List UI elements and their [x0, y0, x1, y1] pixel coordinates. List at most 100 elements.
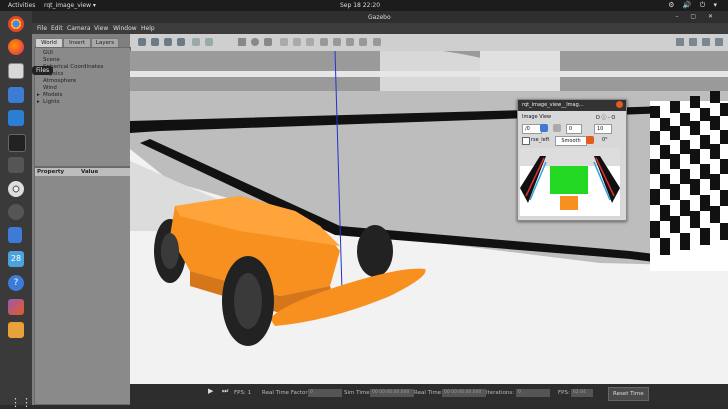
screenshot-icon[interactable] [676, 38, 684, 46]
settings-icon[interactable] [8, 204, 24, 220]
select-tool-icon[interactable] [138, 38, 146, 46]
iterations-value: 0 [516, 389, 550, 397]
menu-help[interactable]: Help [141, 25, 155, 32]
tree-item-gui[interactable]: GUI [43, 50, 53, 56]
checkbox-icon[interactable] [522, 137, 530, 145]
value-column-header: Value [81, 169, 99, 175]
help-icon[interactable]: ? [8, 275, 24, 291]
rqt-image-view-window[interactable]: rqt_image_view__Imag... Image View D ⓘ -… [517, 99, 627, 221]
menu-window[interactable]: Window [113, 25, 137, 32]
properties-header: Property Value [35, 168, 130, 176]
chrome-icon[interactable] [8, 16, 24, 32]
copy-icon[interactable] [320, 38, 328, 46]
checkerboard [650, 91, 728, 271]
menu-edit[interactable]: Edit [51, 25, 63, 32]
window-title: Gazebo [368, 14, 391, 21]
toolbar [130, 34, 728, 52]
paste-icon[interactable] [333, 38, 341, 46]
refresh-icon[interactable] [540, 124, 548, 132]
rtf-value: 0 [308, 389, 342, 397]
app-grid-icon[interactable]: ⋮⋮ [10, 397, 32, 409]
app-menu[interactable]: rqt_image_view ▾ [44, 2, 96, 9]
rqt-icon[interactable] [8, 299, 24, 315]
menu-camera[interactable]: Camera [67, 25, 91, 32]
redo-icon[interactable] [205, 38, 213, 46]
rotate-tool-icon[interactable] [164, 38, 172, 46]
log-icon[interactable] [689, 38, 697, 46]
system-top-bar: Activities rqt_image_view ▾ Sep 18 22:20… [0, 0, 728, 11]
translate-tool-icon[interactable] [151, 38, 159, 46]
properties-panel: Property Value [34, 167, 131, 405]
window-titlebar[interactable]: Gazebo – ▢ ✕ [32, 11, 728, 23]
expand-models-icon[interactable]: ▸ [37, 92, 40, 98]
search-icon[interactable] [8, 157, 24, 173]
clock[interactable]: Sep 18 22:20 [340, 2, 380, 9]
point-light-icon[interactable] [280, 38, 288, 46]
fps-readout: FPS: 1 [234, 390, 252, 396]
text-editor-icon[interactable] [8, 87, 24, 103]
scale-tool-icon[interactable] [177, 38, 185, 46]
undo-icon[interactable] [192, 38, 200, 46]
video-record-icon[interactable] [715, 38, 723, 46]
world-tree: GUI Scene Spherical Coordinates Physics … [34, 47, 131, 167]
rtf-label: Real Time Factor: [262, 390, 310, 396]
gazebo-icon[interactable] [8, 322, 24, 338]
directional-light-icon[interactable] [306, 38, 314, 46]
min-value-field[interactable]: 0 [566, 124, 582, 134]
property-column-header: Property [37, 169, 65, 175]
files-icon[interactable] [8, 63, 24, 79]
spot-light-icon[interactable] [293, 38, 301, 46]
rotate-icon[interactable] [586, 136, 594, 144]
zoom-icon[interactable] [553, 124, 561, 132]
tree-item-scene[interactable]: Scene [43, 57, 60, 63]
dock: 28 ? ⋮⋮ [0, 11, 32, 409]
tree-item-atmosphere[interactable]: Atmosphere [43, 78, 76, 84]
menu-file[interactable]: File [37, 25, 47, 32]
real-time-value: 00 00:00:00.000 [442, 389, 486, 397]
left-panel: World Insert Layers GUI Scene Spherical … [32, 34, 131, 405]
firefox-icon[interactable] [8, 39, 24, 55]
system-tray[interactable]: ⚙ 🔊 ⏻ ▾ [668, 1, 720, 10]
cylinder-shape-icon[interactable] [264, 38, 272, 46]
disk-icon[interactable] [8, 181, 24, 197]
3d-viewport[interactable] [130, 51, 728, 384]
change-view-icon[interactable] [373, 38, 381, 46]
activities-button[interactable]: Activities [8, 2, 35, 9]
camera-image [520, 148, 620, 216]
checkbox-label[interactable]: rse_left [531, 137, 549, 143]
sphere-shape-icon[interactable] [251, 38, 259, 46]
terminal-icon[interactable] [8, 134, 26, 152]
tree-item-models[interactable]: Models [43, 92, 62, 98]
reset-time-button[interactable]: Reset Time [608, 387, 649, 401]
rqt-title: rqt_image_view__Imag... [522, 102, 584, 108]
topic-select[interactable]: /0 [522, 124, 542, 134]
vscode-icon[interactable] [8, 110, 24, 126]
files-tooltip: Files [32, 66, 54, 75]
snap-icon[interactable] [359, 38, 367, 46]
plugin-controls[interactable]: D ⓘ - O [596, 114, 615, 121]
box-shape-icon[interactable] [238, 38, 246, 46]
max-value-field[interactable]: 10 [594, 124, 612, 134]
writer-icon[interactable] [8, 227, 22, 243]
real-time-label: Real Time: [414, 390, 443, 396]
fps-value: 62.04 [571, 389, 593, 397]
menubar: File Edit Camera View Window Help [32, 23, 728, 34]
tree-item-wind[interactable]: Wind [43, 85, 57, 91]
calendar-icon[interactable]: 28 [8, 251, 24, 267]
window-controls[interactable]: – ▢ ✕ [675, 13, 718, 20]
menu-view[interactable]: View [94, 25, 108, 32]
align-icon[interactable] [346, 38, 354, 46]
scene-render [130, 51, 728, 384]
close-icon[interactable] [616, 101, 623, 108]
plot-icon[interactable] [702, 38, 710, 46]
rqt-titlebar[interactable]: rqt_image_view__Imag... [518, 100, 626, 111]
rotation-value[interactable]: 0° [602, 137, 608, 143]
play-pause-icon[interactable]: ▶ [208, 387, 213, 395]
sim-time-label: Sim Time: [344, 390, 372, 396]
tree-item-lights[interactable]: Lights [43, 99, 60, 105]
step-icon[interactable]: ⏭ [222, 387, 228, 396]
smooth-button[interactable]: Smooth [555, 136, 587, 146]
expand-lights-icon[interactable]: ▸ [37, 99, 40, 105]
sim-time-value: 00 00:00:00.000 [370, 389, 414, 397]
iterations-label: Iterations: [486, 390, 515, 396]
